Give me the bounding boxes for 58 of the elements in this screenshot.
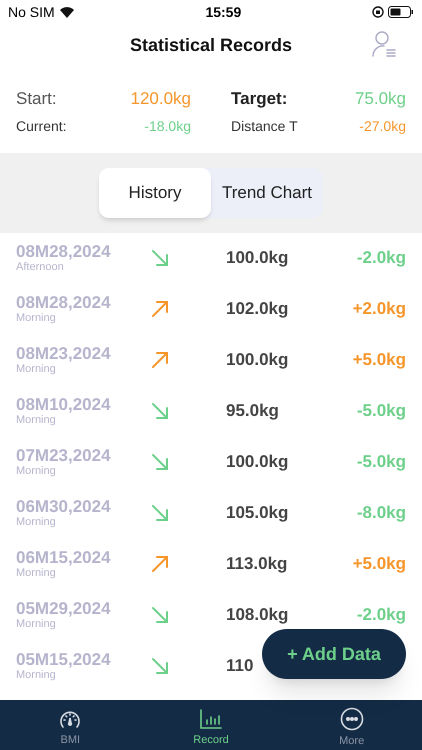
- distance-value: -27.0kg: [359, 116, 406, 136]
- add-data-button[interactable]: + Add Data: [262, 629, 406, 679]
- record-date: 08M28,2024: [16, 243, 112, 260]
- bar-chart-icon: [199, 708, 223, 730]
- target-value: 75.0kg: [354, 88, 406, 110]
- record-period: Morning: [16, 517, 57, 528]
- record-change: +5.0kg: [352, 349, 406, 372]
- record-change: +5.0kg: [352, 553, 406, 576]
- record-period: Morning: [16, 364, 57, 375]
- record-weight: 113.0kg: [226, 553, 288, 576]
- record-weight: 100.0kg: [226, 451, 288, 474]
- record-weight: 95.0kg: [226, 400, 279, 422]
- segment-tab[interactable]: Trend Chart: [211, 168, 323, 218]
- tab-bar-item[interactable]: Record: [140, 700, 282, 750]
- current-label: Current:: [16, 116, 67, 136]
- record-date: 06M15,2024: [16, 549, 112, 566]
- segment-tab[interactable]: History: [99, 168, 211, 218]
- record-period: Morning: [16, 670, 57, 681]
- more-icon: [340, 706, 364, 731]
- record-period: Afternoon: [16, 262, 65, 273]
- tab-bar-item[interactable]: BMI: [0, 700, 141, 750]
- distance-label: Distance T: [231, 116, 298, 136]
- record-period: Morning: [16, 415, 57, 426]
- record-period: Morning: [16, 313, 57, 324]
- record-date: 05M29,2024: [16, 600, 112, 617]
- record-change: -5.0kg: [356, 400, 406, 422]
- record-change: -2.0kg: [356, 247, 406, 270]
- record-change: -8.0kg: [356, 502, 406, 524]
- start-label: Start:: [16, 88, 57, 110]
- carrier: No SIM: [8, 2, 55, 22]
- record-date: 08M23,2024: [16, 345, 112, 362]
- tab-bar-item[interactable]: More: [281, 700, 422, 750]
- start-value: 120.0kg: [130, 88, 191, 110]
- battery-icon: [388, 6, 414, 18]
- record-period: Morning: [16, 466, 57, 477]
- record-date: 06M30,2024: [16, 498, 112, 515]
- current-value: -18.0kg: [144, 116, 191, 136]
- record-period: Morning: [16, 619, 57, 630]
- record-date: 07M23,2024: [16, 447, 112, 464]
- wifi-icon: [58, 6, 75, 18]
- page-title: Statistical Records: [130, 34, 292, 56]
- target-label: Target:: [231, 88, 288, 110]
- status-time: 15:59: [205, 2, 242, 22]
- record-date: 08M28,2024: [16, 294, 112, 311]
- record-date: 08M10,2024: [16, 396, 112, 413]
- record-weight: 100.0kg: [226, 247, 288, 270]
- record-change: +2.0kg: [352, 298, 406, 320]
- record-weight: 100.0kg: [226, 349, 288, 372]
- record-change: -2.0kg: [356, 604, 406, 626]
- record-weight: 108.0kg: [226, 604, 288, 626]
- rotation-lock-icon: [372, 6, 384, 18]
- record-weight: 110: [226, 655, 254, 678]
- record-period: Morning: [16, 568, 57, 579]
- record-weight: 102.0kg: [226, 298, 288, 320]
- record-date: 05M15,2024: [16, 651, 112, 668]
- user-list-icon[interactable]: [372, 30, 396, 58]
- record-change: -5.0kg: [356, 451, 406, 474]
- record-weight: 105.0kg: [226, 502, 288, 524]
